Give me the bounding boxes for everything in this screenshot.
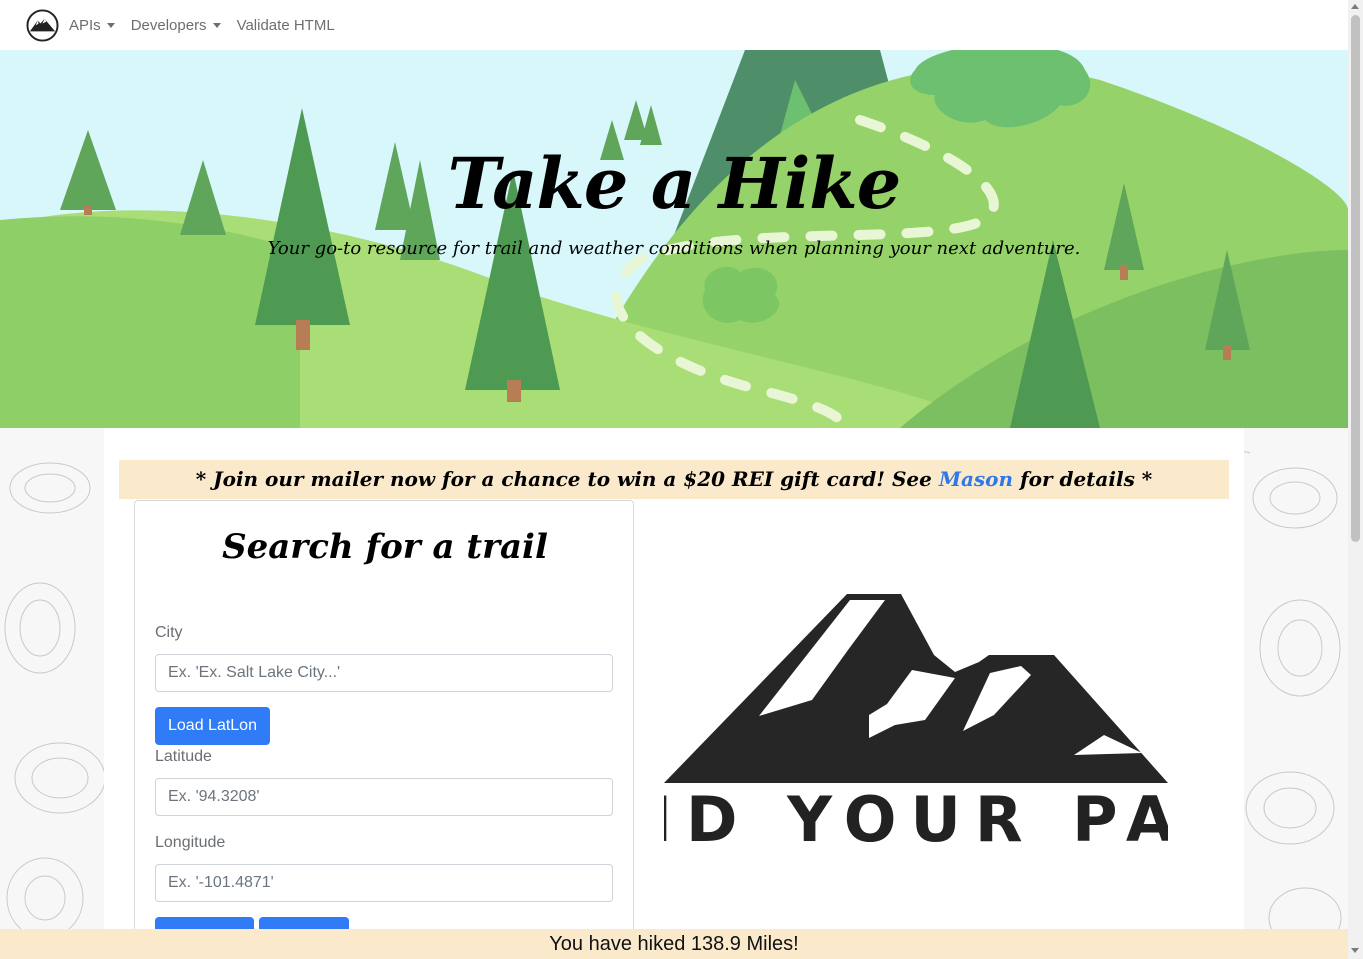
- promo-text-suffix: for details *: [1013, 467, 1153, 491]
- search-card: Search for a trail City Load LatLon Lati…: [134, 500, 634, 959]
- promo-banner: * Join our mailer now for a chance to wi…: [119, 460, 1229, 499]
- latitude-label: Latitude: [155, 748, 212, 765]
- navbar: APIs Developers Validate HTML: [0, 0, 1348, 50]
- latitude-input[interactable]: [155, 778, 613, 816]
- scroll-up-arrow-icon[interactable]: [1351, 4, 1359, 9]
- city-input[interactable]: [155, 654, 613, 692]
- city-label: City: [155, 624, 183, 641]
- chevron-down-icon: [106, 22, 115, 28]
- chevron-down-icon: [212, 22, 221, 28]
- hero-title: Take a Hike: [447, 142, 902, 225]
- nav-validate-html[interactable]: Validate HTML: [237, 17, 335, 34]
- load-latlon-button[interactable]: Load LatLon: [155, 707, 270, 745]
- scrollbar-thumb[interactable]: [1351, 15, 1360, 542]
- nav-apis-dropdown[interactable]: APIs: [69, 17, 115, 34]
- nav-apis-label: APIs: [69, 16, 101, 34]
- miles-footer: You have hiked 138.9 Miles!: [0, 929, 1348, 959]
- mountain-logo-icon[interactable]: [26, 8, 59, 42]
- promo-link-mason[interactable]: Mason: [939, 467, 1013, 491]
- nav-developers-label: Developers: [130, 16, 207, 34]
- logo-text: FIND YOUR PATH: [664, 783, 1168, 848]
- hero-banner: Take a Hike Your go-to resource for trai…: [0, 50, 1348, 428]
- page-scrollbar[interactable]: [1348, 0, 1363, 959]
- promo-text-prefix: * Join our mailer now for a chance to wi…: [195, 467, 939, 491]
- longitude-label: Longitude: [155, 834, 226, 851]
- nav-developers-dropdown[interactable]: Developers: [131, 17, 221, 34]
- find-your-path-logo: FIND YOUR PATH: [664, 594, 1168, 848]
- longitude-input[interactable]: [155, 864, 613, 902]
- scroll-down-arrow-icon[interactable]: [1351, 948, 1359, 953]
- hero-subtitle: Your go-to resource for trail and weathe…: [267, 238, 1081, 259]
- nav-validate-label: Validate HTML: [236, 16, 335, 34]
- search-card-title: Search for a trail: [222, 527, 548, 567]
